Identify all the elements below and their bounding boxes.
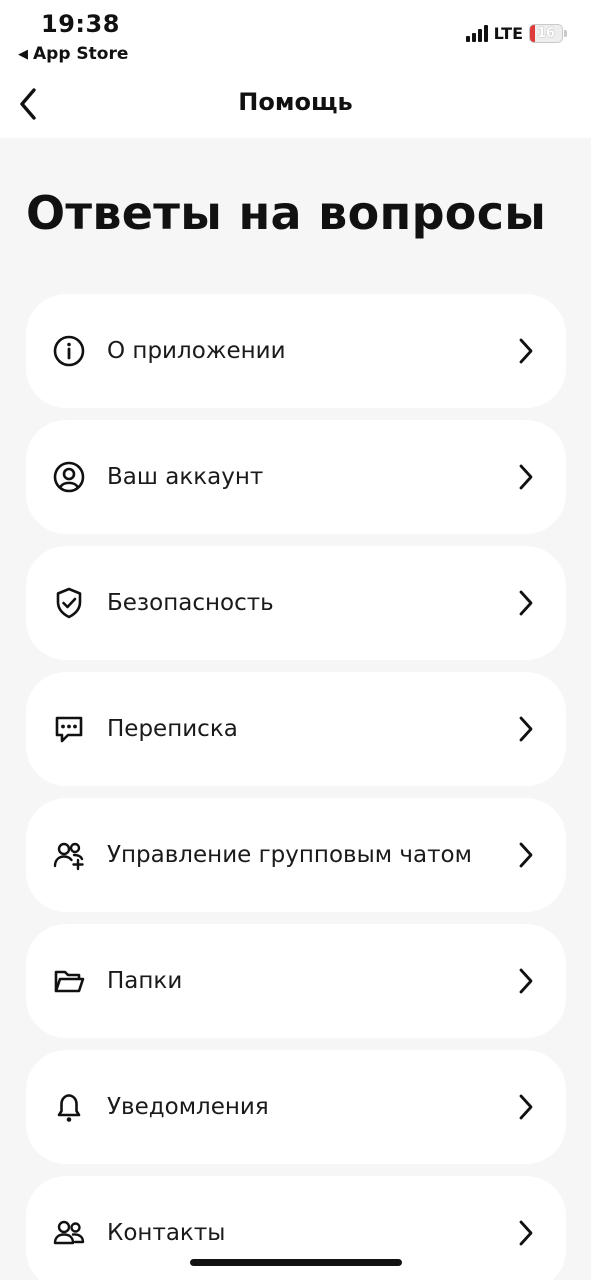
- back-to-app-link[interactable]: ◀ App Store: [18, 44, 128, 64]
- battery-icon: 16: [529, 24, 563, 43]
- faq-item-label: Папки: [107, 968, 183, 994]
- chevron-right-icon: [516, 463, 536, 491]
- chevron-right-icon: [516, 1219, 536, 1247]
- faq-item-label: Ваш аккаунт: [107, 464, 264, 490]
- faq-item-about[interactable]: О приложении: [26, 294, 566, 408]
- back-app-label: App Store: [33, 44, 129, 64]
- signal-icon: [465, 25, 488, 42]
- page-heading: Ответы на вопросы: [26, 186, 547, 240]
- chevron-right-icon: [516, 841, 536, 869]
- network-type: LTE: [493, 24, 523, 43]
- chevron-right-icon: [516, 967, 536, 995]
- faq-item-label: Управление групповым чатом: [107, 842, 472, 868]
- faq-item-label: Контакты: [107, 1220, 226, 1246]
- home-indicator[interactable]: [190, 1259, 402, 1266]
- faq-item-folders[interactable]: Папки: [26, 924, 566, 1038]
- faq-list: О приложении Ваш аккаунт Безопасность Пе…: [26, 294, 566, 1280]
- faq-item-label: Безопасность: [107, 590, 274, 616]
- shield-check-icon: [52, 586, 86, 620]
- info-icon: [52, 334, 86, 368]
- faq-item-notifications[interactable]: Уведомления: [26, 1050, 566, 1164]
- faq-item-label: Уведомления: [107, 1094, 269, 1120]
- faq-item-account[interactable]: Ваш аккаунт: [26, 420, 566, 534]
- group-add-icon: [52, 838, 86, 872]
- battery-level: 16: [536, 26, 556, 41]
- back-triangle-icon: ◀: [18, 46, 28, 62]
- user-circle-icon: [52, 460, 86, 494]
- faq-item-group-chat[interactable]: Управление групповым чатом: [26, 798, 566, 912]
- faq-item-security[interactable]: Безопасность: [26, 546, 566, 660]
- bell-icon: [52, 1090, 86, 1124]
- top-bar: 19:38 ◀ App Store LTE 16 Помощь: [0, 0, 591, 138]
- folder-icon: [52, 964, 86, 998]
- chevron-right-icon: [516, 337, 536, 365]
- chat-bubble-icon: [52, 712, 86, 746]
- chevron-right-icon: [516, 715, 536, 743]
- faq-item-label: О приложении: [107, 338, 286, 364]
- contacts-icon: [52, 1216, 86, 1250]
- faq-item-messaging[interactable]: Переписка: [26, 672, 566, 786]
- nav-title: Помощь: [238, 88, 353, 116]
- chevron-right-icon: [516, 1093, 536, 1121]
- status-indicators: LTE 16: [465, 24, 567, 43]
- faq-item-label: Переписка: [107, 716, 238, 742]
- status-time: 19:38: [41, 10, 120, 38]
- chevron-right-icon: [516, 589, 536, 617]
